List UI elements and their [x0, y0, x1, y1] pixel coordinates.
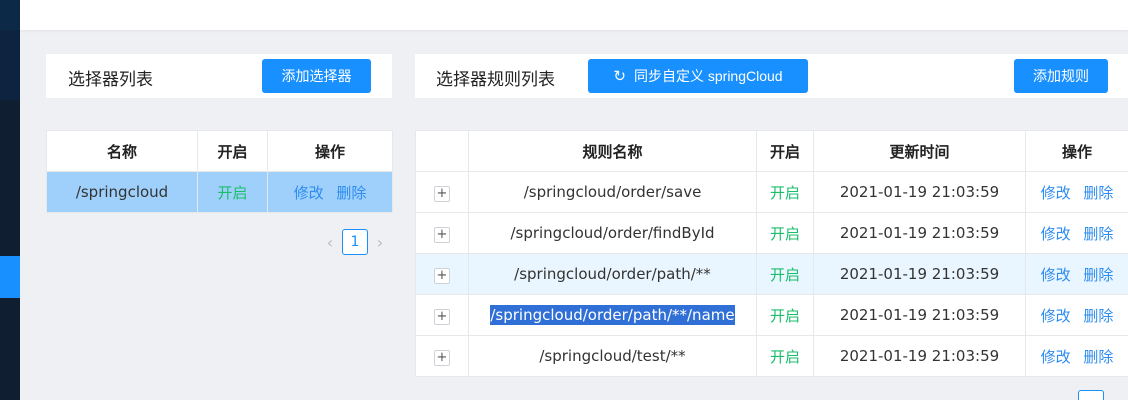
expand-cell: +	[415, 212, 469, 254]
expand-icon[interactable]: +	[434, 308, 450, 325]
actions-cell: 修改 删除	[1025, 212, 1128, 254]
status-badge: 开启	[756, 212, 814, 254]
expand-cell: +	[415, 171, 469, 213]
expand-icon[interactable]: +	[434, 267, 450, 284]
table-row[interactable]: + /springcloud/test/** 开启 2021-01-19 21:…	[415, 335, 1128, 377]
column-header-actions: 操作	[267, 130, 393, 172]
top-bar	[20, 0, 1128, 30]
column-header-enabled: 开启	[756, 130, 814, 172]
column-header-updated: 更新时间	[813, 130, 1026, 172]
delete-link[interactable]: 删除	[336, 184, 366, 202]
table-row[interactable]: + /springcloud/order/path/**/name 开启 202…	[415, 294, 1128, 336]
edit-link[interactable]: 修改	[1041, 266, 1071, 284]
rule-name: /springcloud/order/save	[468, 171, 757, 213]
updated-time: 2021-01-19 21:03:59	[813, 212, 1026, 254]
rule-name: /springcloud/order/path/**	[468, 253, 757, 295]
actions-cell: 修改 删除	[1025, 335, 1128, 377]
status-badge: 开启	[756, 335, 814, 377]
updated-time: 2021-01-19 21:03:59	[813, 253, 1026, 295]
sidebar	[0, 0, 20, 400]
rule-list-header: 选择器规则列表 ↻ 同步自定义 springCloud 添加规则	[415, 54, 1128, 98]
table-header-row: 规则名称 开启 更新时间 操作	[415, 130, 1128, 172]
rule-pagination-page[interactable]	[1078, 390, 1104, 400]
rule-list-title: 选择器规则列表	[436, 70, 555, 90]
sync-button-label: 同步自定义 springCloud	[633, 68, 783, 84]
expand-cell: +	[415, 253, 469, 295]
expand-icon[interactable]: +	[434, 185, 450, 202]
add-selector-button[interactable]: 添加选择器	[262, 59, 371, 93]
chevron-right-icon[interactable]: ›	[370, 233, 390, 252]
selector-name: /springcloud	[46, 171, 198, 213]
delete-link[interactable]: 删除	[1083, 266, 1113, 284]
table-row[interactable]: + /springcloud/order/path/** 开启 2021-01-…	[415, 253, 1128, 295]
edit-link[interactable]: 修改	[294, 184, 324, 202]
delete-link[interactable]: 删除	[1083, 225, 1113, 243]
delete-link[interactable]: 删除	[1083, 184, 1113, 202]
updated-time: 2021-01-19 21:03:59	[813, 294, 1026, 336]
page-number[interactable]: 1	[342, 229, 368, 255]
table-row[interactable]: + /springcloud/order/findById 开启 2021-01…	[415, 212, 1128, 254]
column-header-enabled: 开启	[197, 130, 268, 172]
rule-name: /springcloud/test/**	[468, 335, 757, 377]
actions-cell: 修改 删除	[1025, 171, 1128, 213]
updated-time: 2021-01-19 21:03:59	[813, 335, 1026, 377]
selector-pagination: ‹ 1 ›	[320, 229, 390, 255]
column-header-rule-name: 规则名称	[468, 130, 757, 172]
chevron-left-icon[interactable]: ‹	[320, 233, 340, 252]
column-header-actions: 操作	[1025, 130, 1128, 172]
sync-springcloud-button[interactable]: ↻ 同步自定义 springCloud	[588, 59, 808, 93]
updated-time: 2021-01-19 21:03:59	[813, 171, 1026, 213]
expand-icon[interactable]: +	[434, 349, 450, 366]
expand-cell: +	[415, 294, 469, 336]
column-header-expand	[415, 130, 469, 172]
rule-name-selected-text: /springcloud/order/path/**/name	[490, 305, 735, 325]
sidebar-band	[0, 30, 20, 100]
table-row[interactable]: + /springcloud/order/save 开启 2021-01-19 …	[415, 171, 1128, 213]
selector-list-header: 选择器列表 添加选择器	[46, 54, 392, 98]
rule-name-cell: /springcloud/order/path/**/name	[468, 294, 757, 336]
table-row[interactable]: /springcloud 开启 修改 删除	[46, 171, 393, 213]
expand-cell: +	[415, 335, 469, 377]
sidebar-active-item[interactable]	[0, 256, 20, 298]
actions-cell: 修改 删除	[1025, 253, 1128, 295]
column-header-name: 名称	[46, 130, 198, 172]
refresh-icon: ↻	[613, 68, 626, 85]
edit-link[interactable]: 修改	[1041, 225, 1071, 243]
edit-link[interactable]: 修改	[1041, 184, 1071, 202]
status-badge: 开启	[756, 253, 814, 295]
status-badge: 开启	[756, 171, 814, 213]
sidebar-band	[0, 0, 20, 30]
actions-cell: 修改 删除	[267, 171, 393, 213]
table-header-row: 名称 开启 操作	[46, 130, 393, 172]
add-rule-button[interactable]: 添加规则	[1014, 59, 1108, 93]
status-badge: 开启	[756, 294, 814, 336]
rule-name: /springcloud/order/findById	[468, 212, 757, 254]
edit-link[interactable]: 修改	[1041, 348, 1071, 366]
actions-cell: 修改 删除	[1025, 294, 1128, 336]
selector-table: 名称 开启 操作 /springcloud 开启 修改 删除	[46, 130, 393, 213]
rule-table: 规则名称 开启 更新时间 操作 + /springcloud/order/sav…	[415, 130, 1128, 377]
status-badge: 开启	[197, 171, 268, 213]
delete-link[interactable]: 删除	[1083, 348, 1113, 366]
expand-icon[interactable]: +	[434, 226, 450, 243]
selector-list-title: 选择器列表	[68, 70, 153, 90]
edit-link[interactable]: 修改	[1041, 307, 1071, 325]
delete-link[interactable]: 删除	[1083, 307, 1113, 325]
